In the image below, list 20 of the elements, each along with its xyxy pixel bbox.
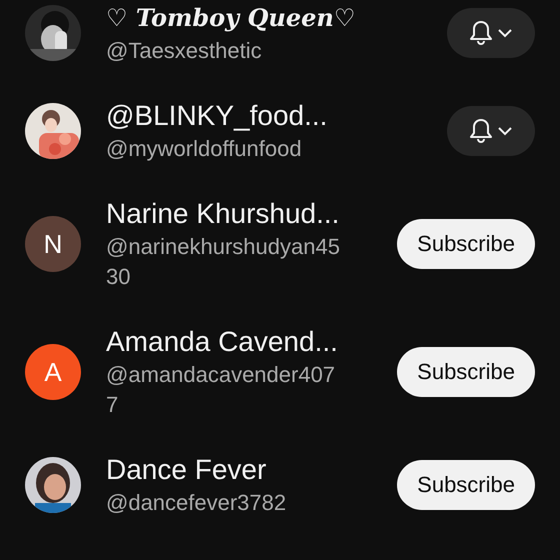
channel-name: Dance Fever	[106, 453, 266, 487]
notification-button[interactable]	[447, 106, 535, 156]
notification-button[interactable]	[447, 8, 535, 58]
channel-handle: @Taesxesthetic	[106, 37, 262, 65]
caret-icon	[497, 126, 513, 136]
avatar[interactable]: N	[25, 216, 81, 272]
channel-handle: @dancefever3782	[106, 489, 286, 517]
channel-name: Amanda Cavend...	[106, 325, 338, 359]
channel-name: @BLINKY_food...	[106, 99, 328, 133]
channel-handle: @narinekhurshudyan45 30	[106, 233, 340, 291]
channel-handle: @myworldoffunfood	[106, 135, 302, 163]
channel-handle: @amandacavender407 7	[106, 361, 336, 419]
caret-icon	[497, 28, 513, 38]
subscribe-button[interactable]: Subscribe	[397, 347, 535, 397]
bell-icon	[469, 20, 493, 46]
channel-name: ♡ Tomboy Queen♡	[106, 2, 356, 34]
subscribe-button[interactable]: Subscribe	[397, 219, 535, 269]
subscribe-button[interactable]: Subscribe	[397, 460, 535, 510]
channel-name: Narine Khurshud...	[106, 197, 340, 231]
bell-icon	[469, 118, 493, 144]
